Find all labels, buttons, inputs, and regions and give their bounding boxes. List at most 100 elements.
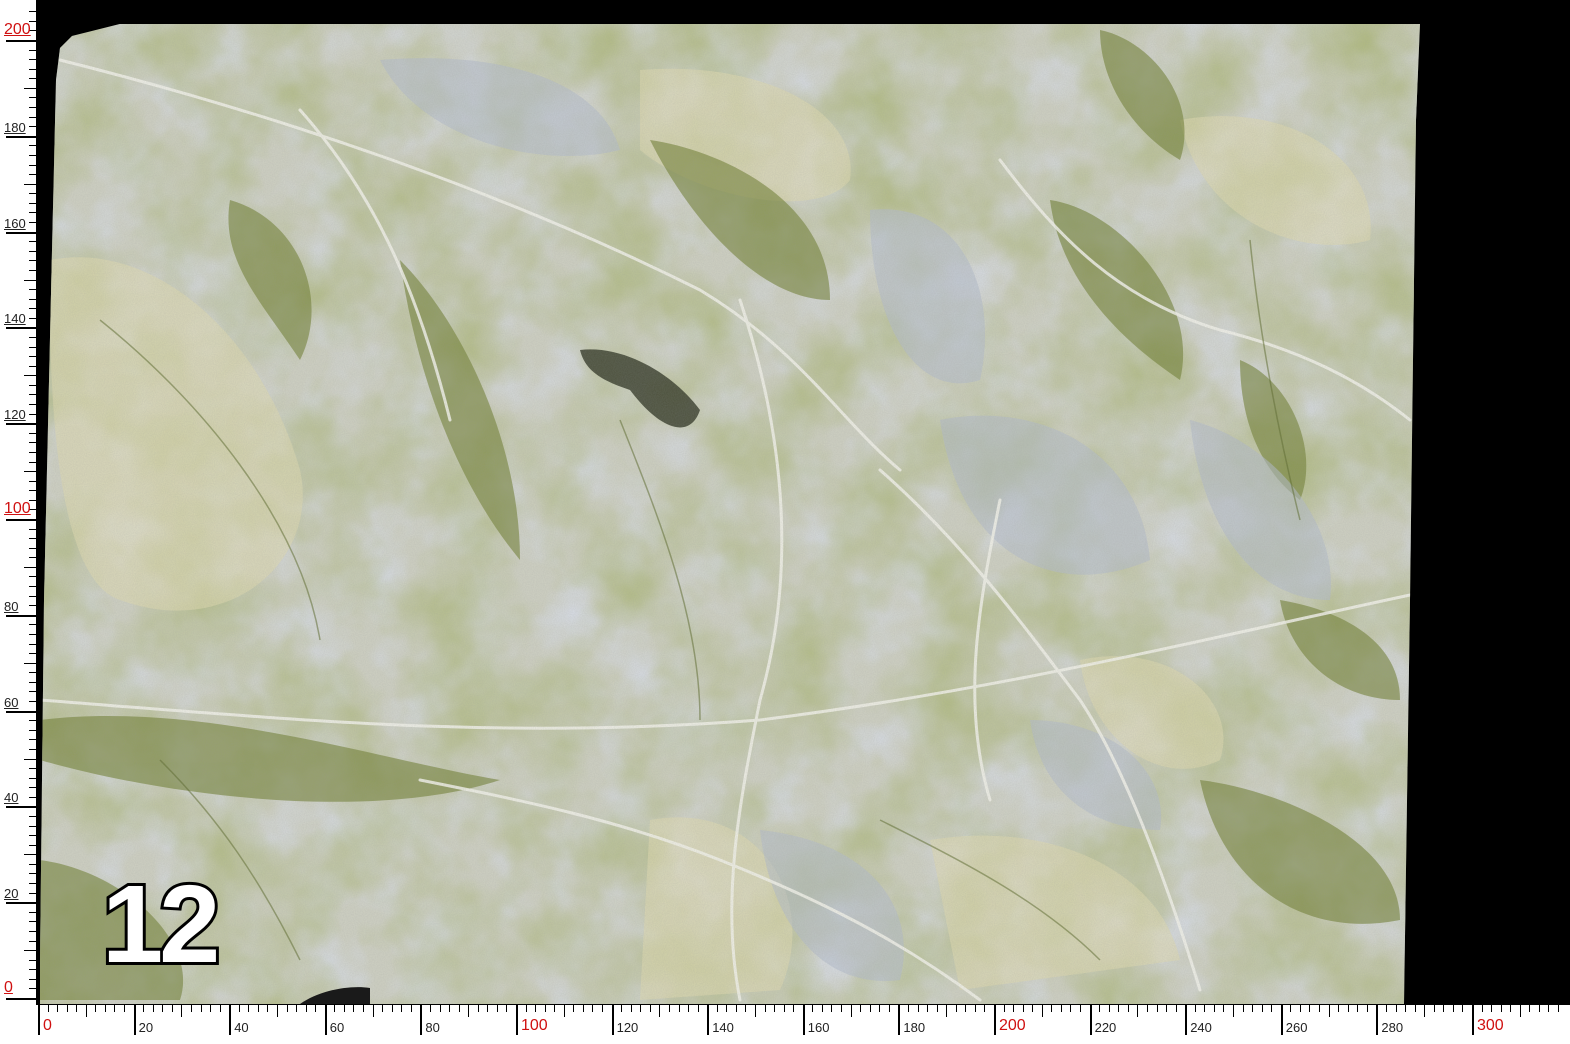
ruler-tick — [1089, 1005, 1092, 1035]
ruler-tick — [1051, 1005, 1053, 1012]
x-tick-label: 140 — [712, 1020, 734, 1035]
ruler-tick — [1481, 1005, 1483, 1012]
ruler-tick — [410, 1005, 412, 1012]
y-tick-label: 0 — [4, 979, 13, 996]
ruler-tick — [29, 413, 36, 415]
ruler-tick — [745, 1005, 747, 1012]
ruler-tick — [29, 844, 36, 846]
y-tick-label: 40 — [4, 790, 19, 806]
ruler-tick — [1299, 1005, 1301, 1012]
ruler-tick — [1194, 1005, 1196, 1012]
x-tick-label: 280 — [1381, 1020, 1404, 1035]
ruler-tick — [324, 1005, 327, 1035]
ruler-tick — [793, 1005, 795, 1012]
ruler-tick — [1366, 1005, 1368, 1012]
ruler-tick — [343, 1005, 345, 1012]
ruler-tick — [200, 1005, 202, 1012]
ruler-tick — [29, 298, 36, 300]
ruler-tick — [6, 902, 36, 905]
ruler-tick — [29, 930, 36, 932]
ruler-tick — [6, 40, 36, 42]
ruler-tick — [6, 710, 36, 713]
ruler-tick — [29, 174, 36, 176]
ruler-tick — [1319, 1005, 1321, 1012]
ruler-tick — [1185, 1005, 1188, 1035]
ruler-tick — [66, 1005, 68, 1012]
ruler-tick — [104, 1005, 106, 1012]
ruler-tick — [1538, 1005, 1540, 1012]
y-tick-label: 80 — [4, 598, 19, 614]
ruler-tick — [726, 1005, 728, 1012]
ruler-tick — [382, 1005, 384, 1012]
ruler-tick — [29, 451, 36, 453]
ruler-tick — [1529, 1005, 1531, 1012]
ruler-tick — [1213, 1005, 1215, 1012]
ruler-tick — [29, 586, 36, 588]
ruler-tick — [277, 1005, 278, 1017]
ruler-tick — [47, 1005, 49, 1012]
ruler-tick — [649, 1005, 651, 1012]
ruler-tick — [812, 1005, 814, 1012]
ruler-tick — [1118, 1005, 1120, 1012]
ruler-tick — [29, 289, 36, 291]
ruler-tick — [29, 969, 36, 971]
ruler-tick — [29, 777, 36, 779]
x-tick-label: 220 — [1094, 1020, 1117, 1035]
ruler-tick — [29, 154, 36, 156]
ruler-tick — [1376, 1005, 1379, 1035]
ruler-tick — [29, 835, 36, 837]
ruler-tick — [458, 1005, 460, 1012]
ruler-tick — [6, 423, 36, 426]
y-tick-label: 140 — [4, 311, 26, 327]
ruler-tick — [29, 672, 36, 674]
x-tick-label: 180 — [903, 1020, 926, 1035]
ruler-tick — [1108, 1005, 1110, 1012]
x-tick-label: 40 — [234, 1020, 249, 1035]
ruler-tick — [611, 1005, 614, 1035]
ruler-tick — [29, 921, 36, 923]
ruler-tick — [305, 1005, 307, 1012]
ruler-tick — [29, 978, 36, 980]
ruler-tick — [1280, 1005, 1283, 1035]
ruler-tick — [516, 1005, 518, 1035]
ruler-tick — [1500, 1005, 1502, 1012]
ruler-tick — [29, 595, 36, 597]
ruler-tick — [181, 1005, 183, 1017]
ruler-tick — [29, 241, 36, 243]
ruler-tick — [267, 1005, 269, 1012]
ruler-tick — [29, 787, 36, 789]
ruler-tick — [1510, 1005, 1512, 1012]
ruler-tick — [1013, 1005, 1015, 1012]
ruler-tick — [936, 1005, 938, 1012]
ruler-tick — [563, 1005, 565, 1017]
ruler-tick — [95, 1005, 97, 1012]
ruler-tick — [1328, 1005, 1330, 1017]
ruler-tick — [1070, 1005, 1072, 1012]
ruler-tick — [630, 1005, 632, 1012]
ruler-tick — [29, 97, 36, 99]
ruler-tick — [841, 1005, 843, 1012]
ruler-tick — [525, 1005, 527, 1012]
ruler-tick — [544, 1005, 546, 1012]
ruler-tick — [821, 1005, 823, 1012]
ruler-tick — [29, 269, 36, 271]
ruler-tick — [1548, 1005, 1550, 1012]
ruler-tick — [1261, 1005, 1263, 1012]
ruler-tick — [24, 662, 36, 664]
ruler-tick — [1252, 1005, 1254, 1012]
ruler-tick — [296, 1005, 298, 1012]
ruler-tick — [6, 806, 36, 809]
ruler-tick — [755, 1005, 756, 1017]
ruler-tick — [1338, 1005, 1340, 1012]
ruler-tick — [24, 279, 36, 281]
ruler-tick — [1452, 1005, 1454, 1012]
ruler-tick — [401, 1005, 403, 1012]
ruler-tick — [29, 116, 36, 118]
ruler-tick — [783, 1005, 785, 1012]
ruler-tick — [640, 1005, 642, 1012]
ruler-tick — [29, 49, 36, 51]
ruler-tick — [29, 691, 36, 693]
ruler-tick — [1414, 1005, 1416, 1012]
ruler-tick — [85, 1005, 87, 1017]
x-tick-label: 300 — [1477, 1017, 1504, 1034]
